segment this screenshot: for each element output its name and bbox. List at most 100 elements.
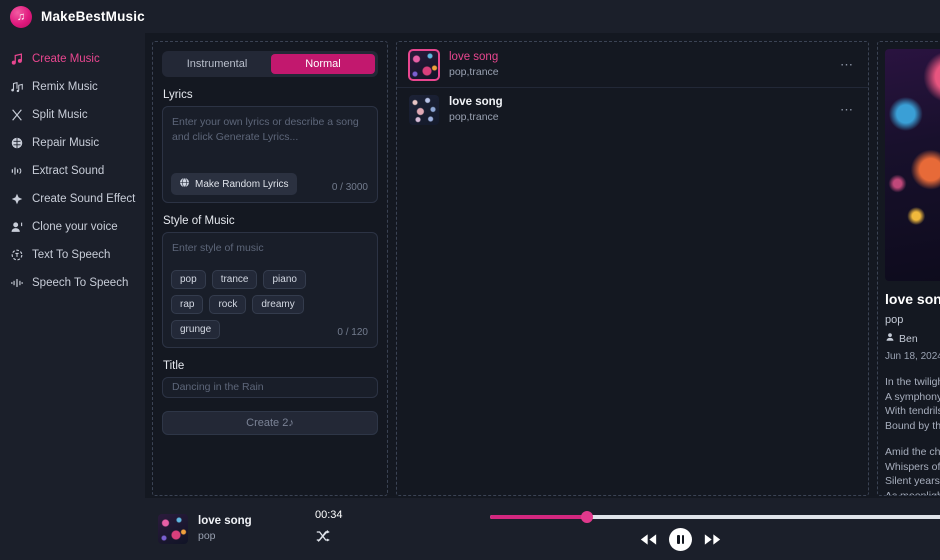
user-icon xyxy=(885,332,895,345)
song-tags: pop,trance xyxy=(449,65,499,78)
lyrics-line: A symphony xyxy=(885,390,940,403)
style-tag[interactable]: pop xyxy=(171,270,206,289)
remix-notes-icon xyxy=(9,80,24,95)
app-header: ♫ MakeBestMusic xyxy=(0,0,940,33)
song-detail-panel: love song pop Ben Jun 18, 2024 In the tw… xyxy=(877,41,940,496)
brand-title: MakeBestMusic xyxy=(41,9,145,24)
tab-normal[interactable]: Normal xyxy=(271,54,375,74)
fast-forward-icon[interactable] xyxy=(704,533,721,546)
lyrics-label: Lyrics xyxy=(163,89,193,101)
song-title: love song xyxy=(449,96,503,108)
lyrics-line: In the twilight xyxy=(885,376,940,388)
title-placeholder: Dancing in the Rain xyxy=(172,381,264,393)
player-current-time: 00:34 xyxy=(315,509,343,521)
player-thumbnail xyxy=(158,514,188,544)
sidebar-item-remix-music[interactable]: Remix Music xyxy=(0,73,145,101)
song-meta: love song pop,trance xyxy=(449,95,830,125)
make-random-lyrics-label: Make Random Lyrics xyxy=(195,178,289,190)
style-counter: 0 / 120 xyxy=(337,327,368,338)
sidebar-item-text-to-speech[interactable]: Text To Speech xyxy=(0,241,145,269)
lyrics-line: Bound by the xyxy=(885,419,940,432)
lyrics-input[interactable]: Enter your own lyrics or describe a song… xyxy=(162,106,378,203)
sidebar-item-extract-sound[interactable]: Extract Sound xyxy=(0,157,145,185)
rewind-icon[interactable] xyxy=(640,533,657,546)
extract-wave-icon xyxy=(9,164,24,179)
sidebar-item-create-sound-effect[interactable]: Create Sound Effect xyxy=(0,185,145,213)
sphere-icon xyxy=(179,177,190,191)
pause-bar-right xyxy=(681,535,684,544)
detail-author-name: Ben xyxy=(899,332,918,345)
style-tag-list: pop trance piano rap rock dreamy grunge xyxy=(171,270,331,339)
player-track-title: love song xyxy=(198,515,252,527)
album-art-cosmic xyxy=(885,49,940,281)
player-controls xyxy=(640,528,721,551)
player-time-group: 00:34 xyxy=(315,509,343,549)
voice-clone-icon xyxy=(9,220,24,235)
tab-instrumental[interactable]: Instrumental xyxy=(165,54,269,74)
sidebar-item-label: Split Music xyxy=(32,109,88,121)
sidebar-item-label: Repair Music xyxy=(32,137,100,149)
title-input[interactable]: Dancing in the Rain xyxy=(162,377,378,398)
style-input[interactable]: Enter style of music pop trance piano ra… xyxy=(162,232,378,348)
sidebar-item-label: Clone your voice xyxy=(32,221,118,233)
song-tags: pop,trance xyxy=(449,111,499,123)
sidebar-item-label: Remix Music xyxy=(32,81,98,93)
sidebar-item-label: Create Sound Effect xyxy=(32,193,136,205)
style-tag[interactable]: rock xyxy=(209,295,247,314)
sidebar-item-clone-your-voice[interactable]: Clone your voice xyxy=(0,213,145,241)
lyrics-line: Amid the ch xyxy=(885,446,940,458)
sidebar-item-label: Speech To Speech xyxy=(32,277,129,289)
detail-lyrics: In the twilight A symphony With tendrils… xyxy=(885,375,940,496)
style-tag[interactable]: rap xyxy=(171,295,204,314)
pause-bar-left xyxy=(677,535,680,544)
lyrics-line: Whispers of xyxy=(885,460,940,473)
sound-effect-icon xyxy=(9,192,24,207)
player-progress-slider[interactable] xyxy=(490,511,940,523)
lyrics-placeholder: Enter your own lyrics or describe a song… xyxy=(172,116,359,143)
style-placeholder: Enter style of music xyxy=(172,242,264,254)
lyrics-line: With tendrils xyxy=(885,405,940,417)
sidebar: Create Music Remix Music Split Music Rep… xyxy=(0,33,145,560)
music-note-icon: ♫ xyxy=(10,5,32,28)
style-tag[interactable]: grunge xyxy=(171,320,221,339)
sidebar-item-label: Text To Speech xyxy=(32,249,111,261)
create-button[interactable]: Create 2♪ xyxy=(162,411,378,435)
title-label: Title xyxy=(163,360,185,372)
song-thumbnail xyxy=(408,48,440,81)
make-random-lyrics-button[interactable]: Make Random Lyrics xyxy=(171,173,297,195)
player-bar: love song pop 00:34 xyxy=(145,498,940,560)
player-track-info: love song pop xyxy=(198,514,293,544)
app-root: ♫ MakeBestMusic Create Music Remix Music… xyxy=(0,0,940,560)
music-note-icon xyxy=(9,52,24,67)
player-track-subtitle: pop xyxy=(198,530,216,542)
more-options-icon[interactable]: ⋯ xyxy=(840,102,854,118)
list-item[interactable]: love song pop,trance ⋯ xyxy=(397,42,868,87)
sidebar-item-create-music[interactable]: Create Music xyxy=(0,45,145,73)
list-item[interactable]: love song pop,trance ⋯ xyxy=(397,87,868,132)
style-tag[interactable]: piano xyxy=(263,270,306,289)
speech-to-speech-icon xyxy=(9,276,24,291)
sidebar-item-label: Extract Sound xyxy=(32,165,105,177)
repair-sphere-icon xyxy=(9,136,24,151)
sidebar-item-speech-to-speech[interactable]: Speech To Speech xyxy=(0,269,145,297)
song-list-panel: love song pop,trance ⋯ love song pop,tra… xyxy=(396,41,869,496)
create-music-panel: Instrumental Normal Lyrics Enter your ow… xyxy=(152,41,388,496)
detail-title: love song xyxy=(885,291,940,307)
lyrics-verse: Amid the ch Whispers of Silent years As … xyxy=(885,445,940,496)
style-tag[interactable]: trance xyxy=(211,270,258,289)
shuffle-off-icon[interactable] xyxy=(315,528,343,549)
progress-knob[interactable] xyxy=(581,511,594,523)
detail-author: Ben xyxy=(885,332,940,345)
sidebar-item-label: Create Music xyxy=(32,53,100,65)
style-label: Style of Music xyxy=(163,215,235,227)
sidebar-item-repair-music[interactable]: Repair Music xyxy=(0,129,145,157)
lyrics-line: Silent years xyxy=(885,475,940,487)
text-to-speech-icon xyxy=(9,248,24,263)
sidebar-item-split-music[interactable]: Split Music xyxy=(0,101,145,129)
song-thumbnail xyxy=(409,95,439,125)
lyrics-line: As moonligh xyxy=(885,489,940,496)
lyrics-counter: 0 / 3000 xyxy=(331,182,368,193)
style-tag[interactable]: dreamy xyxy=(252,295,304,314)
pause-icon[interactable] xyxy=(669,528,692,551)
more-options-icon[interactable]: ⋯ xyxy=(840,57,854,73)
